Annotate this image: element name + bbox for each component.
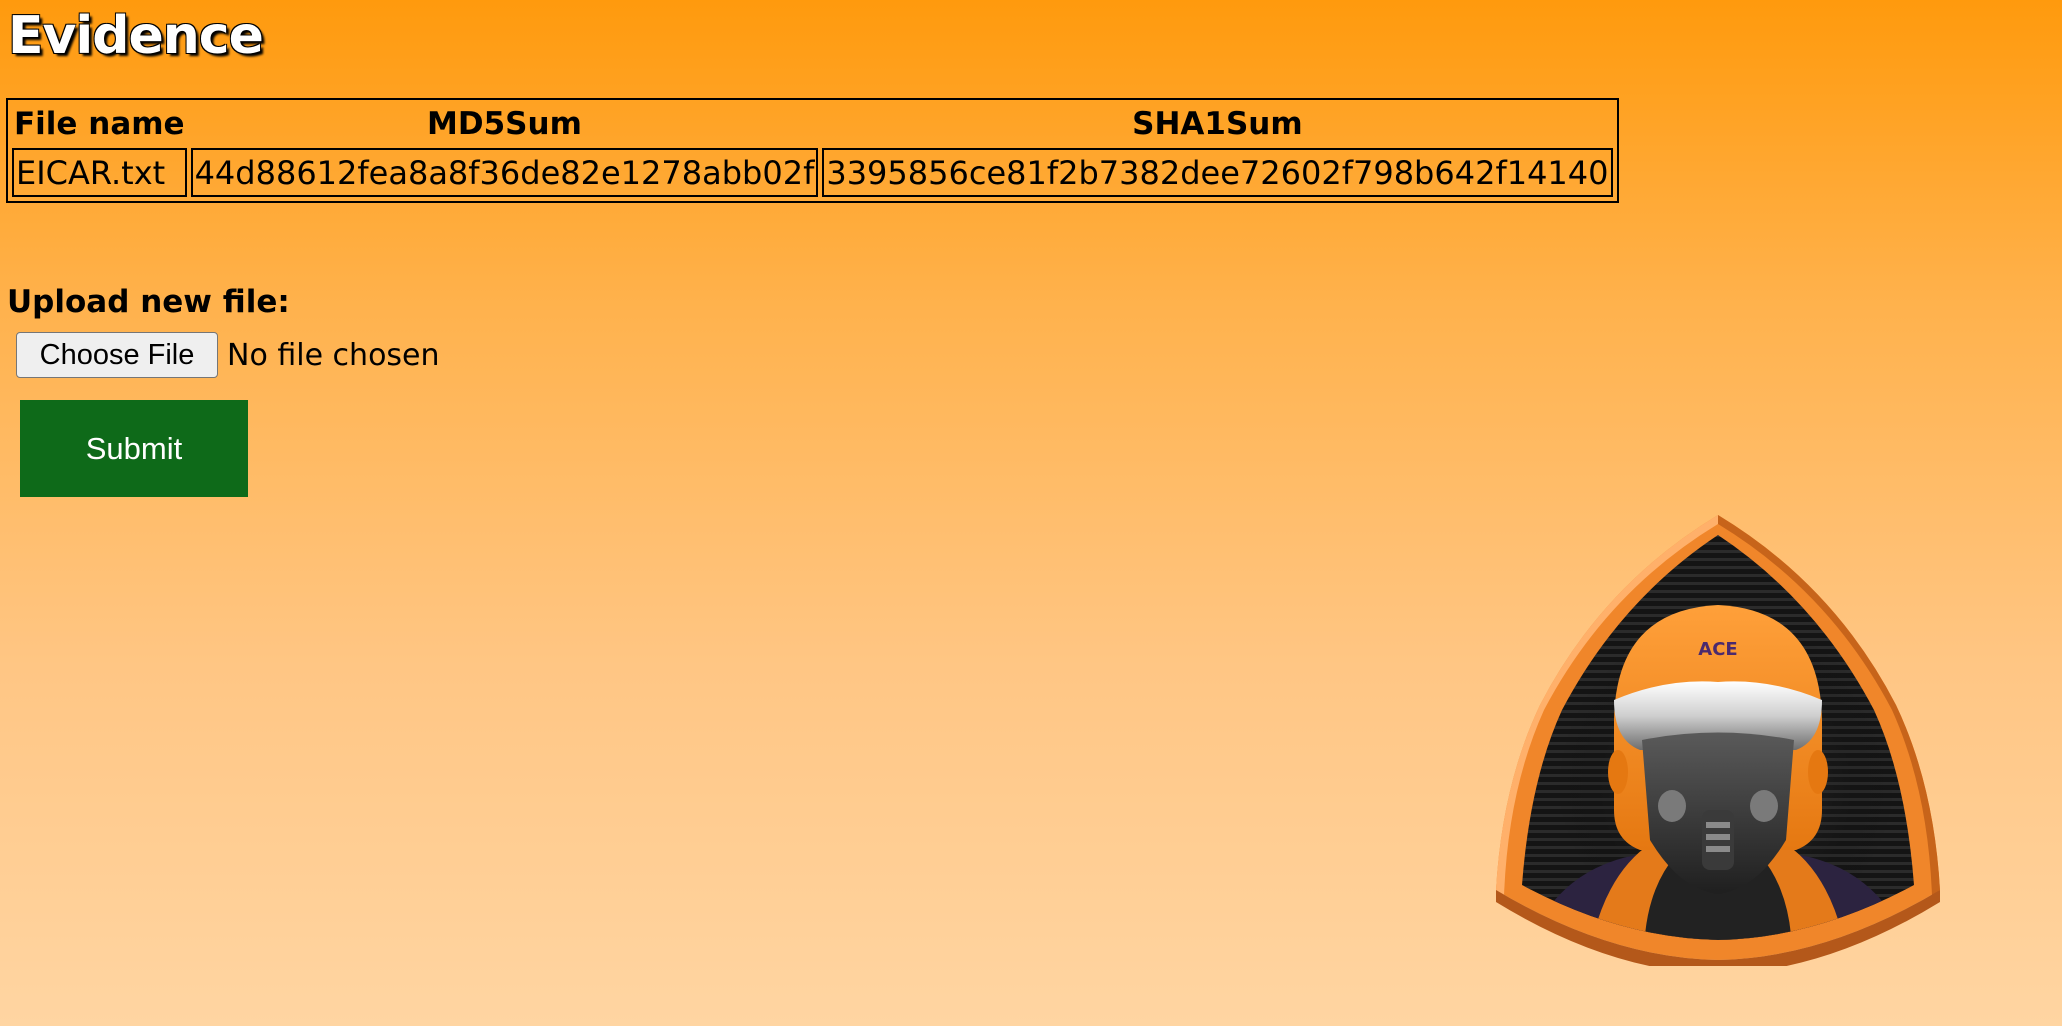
column-header-file-name: File name <box>14 106 185 142</box>
file-name-cell: EICAR.txt <box>12 148 187 197</box>
choose-file-button[interactable]: Choose File <box>16 332 218 378</box>
ace-pilot-logo-icon: ACE <box>1496 515 1940 966</box>
table-header-row: File name MD5Sum SHA1Sum <box>12 104 1613 144</box>
page-title: Evidence <box>8 6 264 66</box>
file-status-text: No file chosen <box>227 337 440 373</box>
column-header-md5sum: MD5Sum <box>427 106 582 142</box>
file-input[interactable]: Choose File No file chosen <box>16 332 440 378</box>
column-header-sha1sum: SHA1Sum <box>1132 106 1303 142</box>
md5sum-cell: 44d88612fea8a8f36de82e1278abb02f <box>190 148 819 197</box>
sha1sum-cell: 3395856ce81f2b7382dee72602f798b642f14140 <box>822 148 1613 197</box>
svg-text:ACE: ACE <box>1698 639 1737 660</box>
evidence-table: File name MD5Sum SHA1Sum EICAR.txt 44d88… <box>6 98 1619 203</box>
table-row: EICAR.txt 44d88612fea8a8f36de82e1278abb0… <box>12 148 1613 197</box>
submit-button[interactable]: Submit <box>20 400 248 497</box>
upload-label: Upload new file: <box>7 284 290 320</box>
